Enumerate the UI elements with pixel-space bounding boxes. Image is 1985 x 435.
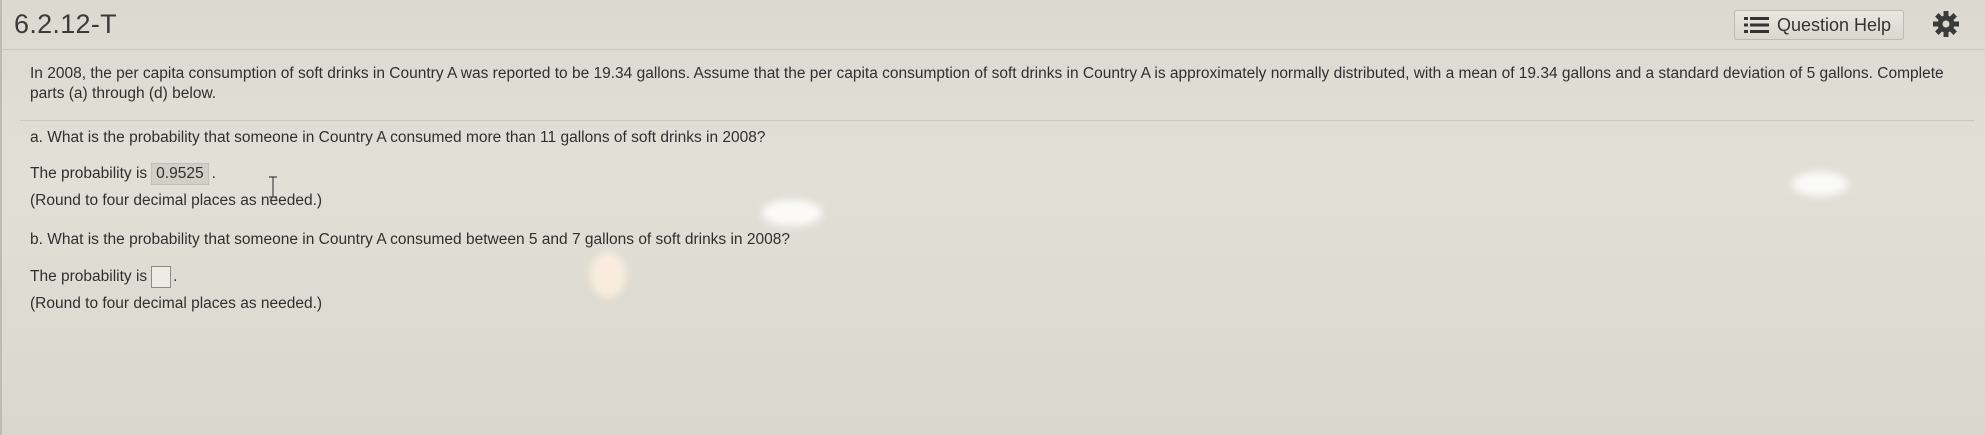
part-b-answer-field[interactable]	[151, 266, 172, 288]
part-a-question-text: a. What is the probability that someone …	[30, 129, 766, 146]
part-a-answer-prefix: The probability is	[30, 165, 148, 182]
part-b-round-note: (Round to four decimal places as needed.…	[30, 294, 322, 314]
part-a-round-note: (Round to four decimal places as needed.…	[30, 191, 322, 211]
part-a-note-text: (Round to four decimal places as needed.…	[30, 192, 323, 209]
problem-intro: In 2008, the per capita consumption of s…	[30, 64, 1960, 104]
screen-glare	[1792, 172, 1848, 196]
text-cursor-icon	[268, 176, 278, 198]
part-b-answer-prefix: The probability is	[30, 268, 148, 286]
header-bar: 6.2.12-T Question Help	[2, 0, 1985, 50]
section-divider	[20, 120, 1975, 121]
gear-icon[interactable]	[1931, 9, 1961, 39]
part-b-note-text: (Round to four decimal places as needed.…	[30, 295, 323, 312]
list-icon	[1743, 15, 1771, 35]
part-a-answer-line: The probability is 0.9525.	[30, 163, 216, 185]
part-b-answer-line: The probability is.	[30, 266, 177, 288]
part-b-question-text: b. What is the probability that someone …	[30, 231, 790, 248]
part-b-question: b. What is the probability that someone …	[30, 230, 790, 250]
part-b-answer-suffix: .	[173, 268, 178, 286]
question-panel: 6.2.12-T Question Help In 2008, the per …	[0, 0, 1985, 435]
question-help-button[interactable]: Question Help	[1734, 10, 1905, 40]
screen-glare	[590, 252, 626, 298]
screen-glare	[762, 200, 822, 226]
part-a-answer-suffix: .	[211, 165, 216, 182]
question-help-label: Question Help	[1777, 14, 1892, 35]
part-a-question: a. What is the probability that someone …	[30, 128, 766, 148]
part-a-answer-field[interactable]: 0.9525	[151, 163, 209, 185]
problem-id-title: 6.2.12-T	[14, 9, 117, 39]
intro-text: In 2008, the per capita consumption of s…	[30, 65, 1944, 102]
